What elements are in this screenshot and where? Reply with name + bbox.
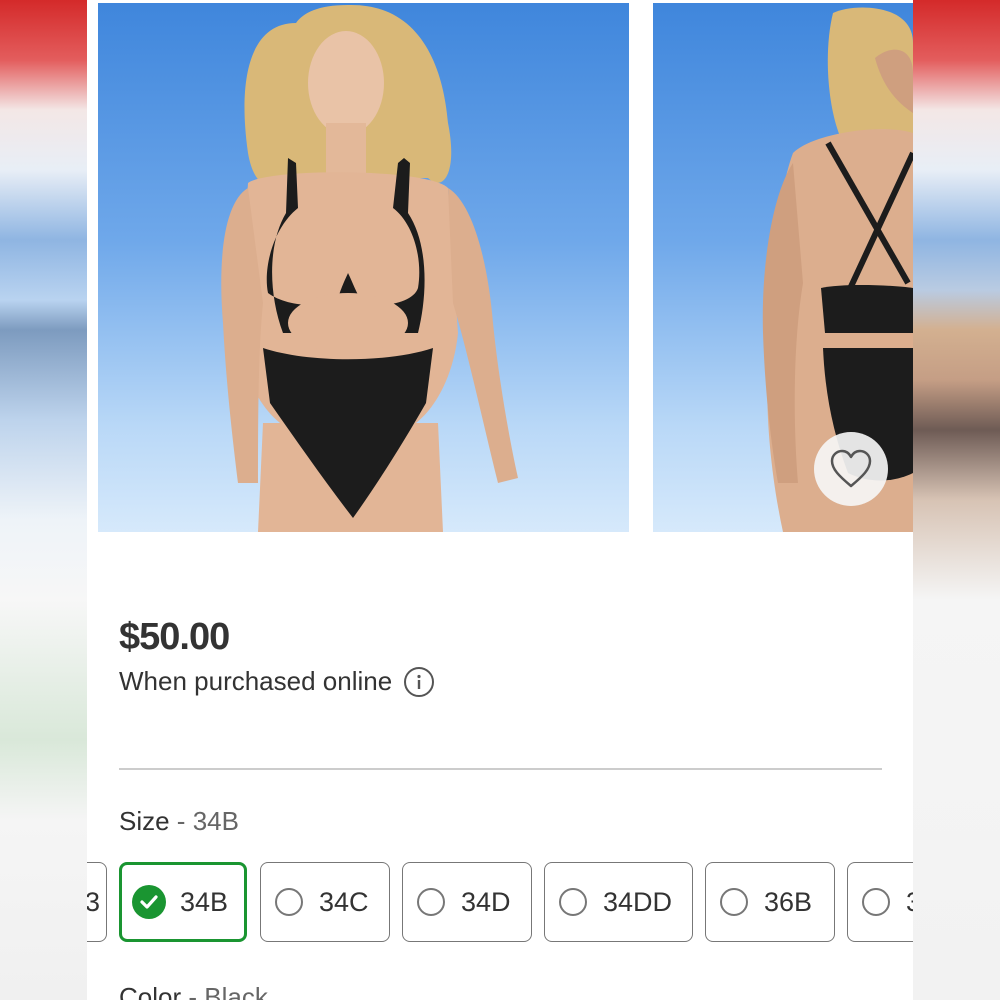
product-price: $50.00 [119, 616, 230, 658]
product-card: $50.00 When purchased online Size - 34B … [87, 0, 913, 1000]
size-option-36b[interactable]: 36B [705, 862, 835, 942]
radio-unchecked-icon [720, 888, 748, 916]
size-option-34d[interactable]: 34D [402, 862, 532, 942]
size-options: 3 34B 34C 34D 34DD 36B 3 [87, 862, 913, 942]
section-divider [119, 768, 882, 770]
size-option-label: 36B [764, 886, 813, 917]
checkmark-circle-icon [132, 885, 166, 919]
favorite-button[interactable] [814, 432, 888, 506]
size-option-34c[interactable]: 34C [260, 862, 390, 942]
size-option-label: 34DD [603, 886, 673, 917]
size-selected-value: 34B [192, 806, 239, 836]
size-option-partial-left[interactable]: 3 [87, 862, 107, 942]
info-icon[interactable] [404, 666, 435, 697]
price-note-text: When purchased online [119, 666, 393, 696]
price-note: When purchased online [119, 666, 435, 697]
color-heading: Color - Black [119, 982, 268, 1000]
color-selected-value: Black [204, 982, 268, 1000]
color-label: Color [119, 982, 182, 1000]
size-option-label: 34D [461, 886, 511, 917]
background-blur-left [0, 0, 87, 1000]
size-option-label: 34B [180, 886, 229, 917]
size-option-label: 3 [906, 887, 913, 918]
radio-unchecked-icon [275, 888, 303, 916]
background-blur-right [913, 0, 1000, 1000]
radio-unchecked-icon [559, 888, 587, 916]
product-image-front[interactable] [98, 3, 629, 532]
size-label: Size [119, 806, 170, 836]
radio-unchecked-icon [417, 888, 445, 916]
size-option-label: 3 [87, 886, 100, 917]
size-option-label: 34C [319, 886, 369, 917]
size-option-partial-right[interactable]: 3 [847, 862, 913, 942]
radio-unchecked-icon [862, 888, 890, 916]
heart-outline-icon [830, 449, 872, 488]
size-heading: Size - 34B [119, 806, 239, 837]
size-option-34b[interactable]: 34B [119, 862, 247, 942]
size-option-34dd[interactable]: 34DD [544, 862, 693, 942]
size-separator: - [169, 806, 193, 836]
color-separator: - [181, 982, 205, 1000]
